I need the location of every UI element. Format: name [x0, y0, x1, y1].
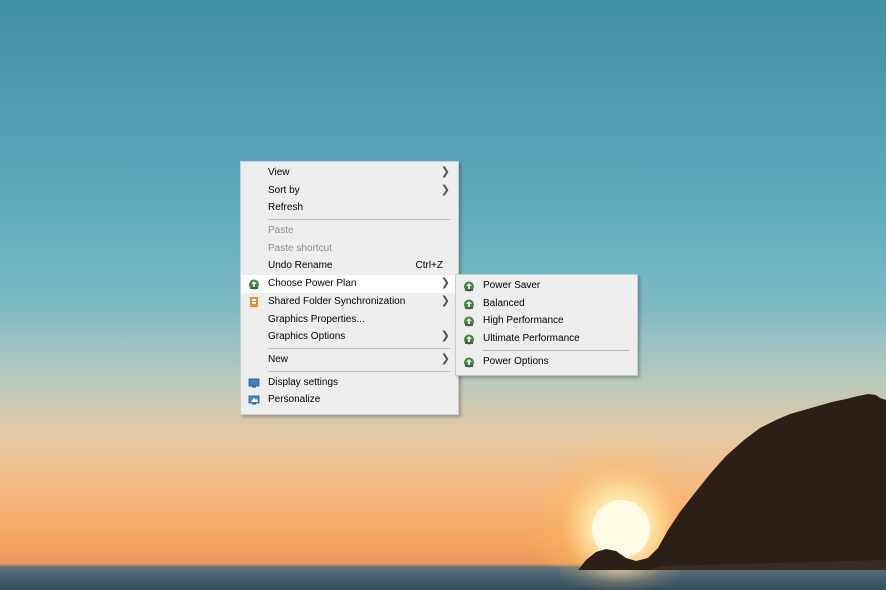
shared-folder-sync-icon [250, 296, 258, 307]
chevron-right-icon: ❯ [440, 183, 450, 196]
menu-item-label: Display settings [268, 376, 339, 388]
menu-separator [268, 347, 450, 349]
menu-item-graphics-options[interactable]: Graphics Options ❯ [241, 328, 458, 346]
menu-item-sort-by[interactable]: Sort by ❯ [241, 182, 458, 200]
submenu-item-high-performance[interactable]: High Performance [456, 312, 637, 330]
menu-item-label: New [268, 353, 289, 365]
submenu-item-label: Ultimate Performance [483, 333, 580, 345]
power-plan-icon [464, 316, 474, 327]
menu-item-label: Sort by [268, 184, 300, 196]
menu-separator [268, 219, 450, 221]
submenu-item-power-options[interactable]: Power Options [456, 353, 637, 371]
power-plan-icon [464, 334, 474, 345]
submenu-item-balanced[interactable]: Balanced [456, 295, 637, 313]
menu-item-label: Paste shortcut [268, 242, 332, 254]
display-settings-icon [248, 378, 260, 388]
power-plan-icon [464, 299, 474, 310]
power-plan-icon [464, 357, 474, 368]
menu-item-view[interactable]: View ❯ [241, 164, 458, 182]
menu-item-personalize[interactable]: Personalize [241, 391, 458, 409]
menu-item-label: View [268, 167, 290, 178]
menu-item-paste[interactable]: Paste [241, 222, 458, 240]
submenu-item-label: High Performance [483, 315, 564, 327]
menu-item-graphics-properties[interactable]: Graphics Properties... [241, 311, 458, 329]
menu-item-undo-rename[interactable]: Undo Rename Ctrl+Z [241, 257, 458, 275]
submenu-item-label: Balanced [483, 297, 525, 309]
menu-item-shared-folder-sync[interactable]: Shared Folder Synchronization ❯ [241, 293, 458, 311]
menu-separator [483, 349, 629, 351]
chevron-right-icon: ❯ [440, 277, 450, 290]
chevron-right-icon: ❯ [440, 166, 450, 178]
menu-item-shortcut: Ctrl+Z [415, 260, 444, 272]
menu-item-label: Personalize [268, 394, 321, 406]
menu-item-label: Graphics Properties... [268, 313, 365, 325]
menu-item-refresh[interactable]: Refresh [241, 199, 458, 217]
menu-item-display-settings[interactable]: Display settings [241, 374, 458, 392]
personalize-icon [248, 395, 260, 405]
chevron-right-icon: ❯ [440, 294, 450, 307]
menu-item-label: Choose Power Plan [268, 278, 357, 290]
power-plan-icon [464, 281, 474, 292]
menu-item-choose-power-plan[interactable]: Choose Power Plan ❯ [241, 275, 458, 293]
desktop-context-menu: View ❯ Sort by ❯ Refresh Paste Paste sho… [240, 161, 459, 415]
menu-item-label: Shared Folder Synchronization [268, 295, 406, 307]
chevron-right-icon: ❯ [440, 330, 450, 343]
chevron-right-icon: ❯ [440, 352, 450, 365]
menu-item-label: Paste [268, 225, 294, 237]
submenu-item-power-saver[interactable]: Power Saver [456, 277, 637, 295]
menu-item-label: Undo Rename [268, 260, 333, 272]
menu-item-label: Graphics Options [268, 331, 346, 343]
menu-item-label: Refresh [268, 202, 304, 214]
menu-separator [268, 370, 450, 372]
submenu-item-label: Power Saver [483, 280, 541, 291]
menu-item-new[interactable]: New ❯ [241, 351, 458, 369]
submenu-item-ultimate-performance[interactable]: Ultimate Performance [456, 330, 637, 348]
power-plan-icon [249, 279, 259, 290]
menu-item-paste-shortcut[interactable]: Paste shortcut [241, 240, 458, 258]
desktop-wallpaper[interactable]: View ❯ Sort by ❯ Refresh Paste Paste sho… [0, 0, 886, 590]
power-plan-submenu: Power Saver Balanced High Performance Ul… [455, 274, 638, 376]
submenu-item-label: Power Options [483, 355, 549, 367]
